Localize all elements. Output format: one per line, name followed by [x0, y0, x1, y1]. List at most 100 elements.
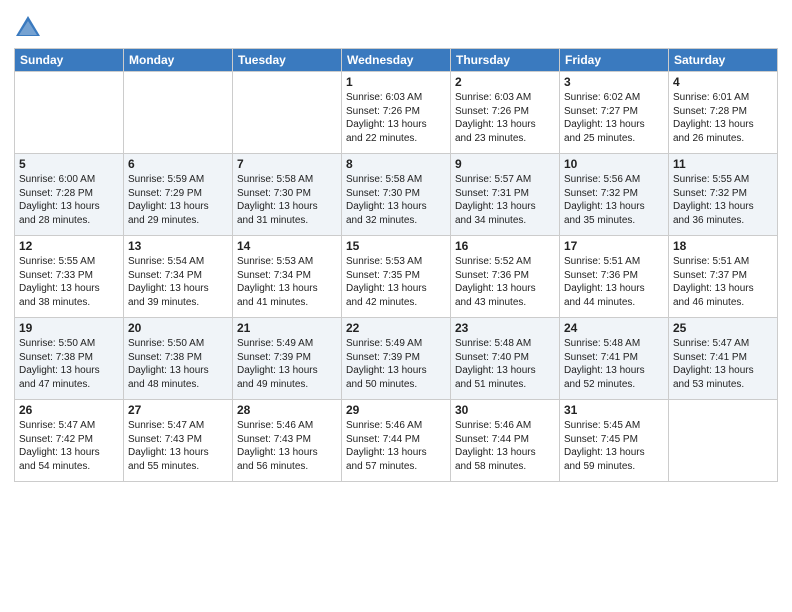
weekday-header-sunday: Sunday [15, 49, 124, 72]
cell-info: Sunrise: 5:58 AM Sunset: 7:30 PM Dayligh… [237, 173, 337, 227]
calendar-table: SundayMondayTuesdayWednesdayThursdayFrid… [14, 48, 778, 482]
day-number: 29 [346, 403, 446, 417]
cell-info: Sunrise: 5:48 AM Sunset: 7:41 PM Dayligh… [564, 337, 664, 391]
cell-info: Sunrise: 5:46 AM Sunset: 7:44 PM Dayligh… [346, 419, 446, 473]
calendar-cell: 12Sunrise: 5:55 AM Sunset: 7:33 PM Dayli… [15, 236, 124, 318]
cell-content: 1 Sunrise: 6:03 AM Sunset: 7:26 PM Daylig… [346, 75, 446, 145]
weekday-header-wednesday: Wednesday [342, 49, 451, 72]
cell-info: Sunrise: 5:48 AM Sunset: 7:40 PM Dayligh… [455, 337, 555, 391]
cell-info: Sunrise: 5:52 AM Sunset: 7:36 PM Dayligh… [455, 255, 555, 309]
logo-icon [14, 14, 42, 42]
day-number: 25 [673, 321, 773, 335]
day-number: 6 [128, 157, 228, 171]
day-number: 8 [346, 157, 446, 171]
week-row-1: 1 Sunrise: 6:03 AM Sunset: 7:26 PM Daylig… [15, 72, 778, 154]
calendar-cell: 19Sunrise: 5:50 AM Sunset: 7:38 PM Dayli… [15, 318, 124, 400]
cell-info: Sunrise: 5:49 AM Sunset: 7:39 PM Dayligh… [237, 337, 337, 391]
day-number: 17 [564, 239, 664, 253]
cell-content: 12Sunrise: 5:55 AM Sunset: 7:33 PM Dayli… [19, 239, 119, 309]
cell-content: 19Sunrise: 5:50 AM Sunset: 7:38 PM Dayli… [19, 321, 119, 391]
cell-info: Sunrise: 5:55 AM Sunset: 7:32 PM Dayligh… [673, 173, 773, 227]
calendar-cell: 9Sunrise: 5:57 AM Sunset: 7:31 PM Daylig… [451, 154, 560, 236]
cell-content: 22Sunrise: 5:49 AM Sunset: 7:39 PM Dayli… [346, 321, 446, 391]
cell-content: 27Sunrise: 5:47 AM Sunset: 7:43 PM Dayli… [128, 403, 228, 473]
cell-info: Sunrise: 5:58 AM Sunset: 7:30 PM Dayligh… [346, 173, 446, 227]
cell-content: 20Sunrise: 5:50 AM Sunset: 7:38 PM Dayli… [128, 321, 228, 391]
cell-content: 4 Sunrise: 6:01 AM Sunset: 7:28 PM Daylig… [673, 75, 773, 145]
weekday-header-saturday: Saturday [669, 49, 778, 72]
cell-info: Sunrise: 5:55 AM Sunset: 7:33 PM Dayligh… [19, 255, 119, 309]
calendar-cell: 8 Sunrise: 5:58 AM Sunset: 7:30 PM Daylig… [342, 154, 451, 236]
calendar-cell: 29 Sunrise: 5:46 AM Sunset: 7:44 PM Dayli… [342, 400, 451, 482]
week-row-3: 12Sunrise: 5:55 AM Sunset: 7:33 PM Dayli… [15, 236, 778, 318]
calendar-cell: 4 Sunrise: 6:01 AM Sunset: 7:28 PM Daylig… [669, 72, 778, 154]
cell-content: 17Sunrise: 5:51 AM Sunset: 7:36 PM Dayli… [564, 239, 664, 309]
cell-info: Sunrise: 5:47 AM Sunset: 7:43 PM Dayligh… [128, 419, 228, 473]
day-number: 21 [237, 321, 337, 335]
calendar-cell: 18Sunrise: 5:51 AM Sunset: 7:37 PM Dayli… [669, 236, 778, 318]
cell-info: Sunrise: 5:53 AM Sunset: 7:34 PM Dayligh… [237, 255, 337, 309]
cell-content: 2Sunrise: 6:03 AM Sunset: 7:26 PM Daylig… [455, 75, 555, 145]
calendar-cell: 22Sunrise: 5:49 AM Sunset: 7:39 PM Dayli… [342, 318, 451, 400]
cell-info: Sunrise: 5:54 AM Sunset: 7:34 PM Dayligh… [128, 255, 228, 309]
cell-content: 23Sunrise: 5:48 AM Sunset: 7:40 PM Dayli… [455, 321, 555, 391]
calendar-cell [15, 72, 124, 154]
cell-info: Sunrise: 5:53 AM Sunset: 7:35 PM Dayligh… [346, 255, 446, 309]
cell-info: Sunrise: 6:01 AM Sunset: 7:28 PM Dayligh… [673, 91, 773, 145]
calendar-cell: 20Sunrise: 5:50 AM Sunset: 7:38 PM Dayli… [124, 318, 233, 400]
day-number: 5 [19, 157, 119, 171]
cell-content: 6 Sunrise: 5:59 AM Sunset: 7:29 PM Daylig… [128, 157, 228, 227]
calendar-cell: 30Sunrise: 5:46 AM Sunset: 7:44 PM Dayli… [451, 400, 560, 482]
cell-content: 3Sunrise: 6:02 AM Sunset: 7:27 PM Daylig… [564, 75, 664, 145]
day-number: 31 [564, 403, 664, 417]
calendar-cell: 14 Sunrise: 5:53 AM Sunset: 7:34 PM Dayli… [233, 236, 342, 318]
cell-info: Sunrise: 5:47 AM Sunset: 7:42 PM Dayligh… [19, 419, 119, 473]
cell-content: 29 Sunrise: 5:46 AM Sunset: 7:44 PM Dayli… [346, 403, 446, 473]
calendar-cell: 7 Sunrise: 5:58 AM Sunset: 7:30 PM Daylig… [233, 154, 342, 236]
calendar-cell [669, 400, 778, 482]
day-number: 7 [237, 157, 337, 171]
cell-content: 24 Sunrise: 5:48 AM Sunset: 7:41 PM Dayli… [564, 321, 664, 391]
calendar-cell: 11Sunrise: 5:55 AM Sunset: 7:32 PM Dayli… [669, 154, 778, 236]
cell-content: 30Sunrise: 5:46 AM Sunset: 7:44 PM Dayli… [455, 403, 555, 473]
cell-info: Sunrise: 5:56 AM Sunset: 7:32 PM Dayligh… [564, 173, 664, 227]
weekday-header-monday: Monday [124, 49, 233, 72]
cell-info: Sunrise: 5:45 AM Sunset: 7:45 PM Dayligh… [564, 419, 664, 473]
calendar-cell: 21 Sunrise: 5:49 AM Sunset: 7:39 PM Dayli… [233, 318, 342, 400]
day-number: 26 [19, 403, 119, 417]
calendar-cell: 16Sunrise: 5:52 AM Sunset: 7:36 PM Dayli… [451, 236, 560, 318]
cell-info: Sunrise: 6:00 AM Sunset: 7:28 PM Dayligh… [19, 173, 119, 227]
cell-info: Sunrise: 5:57 AM Sunset: 7:31 PM Dayligh… [455, 173, 555, 227]
day-number: 18 [673, 239, 773, 253]
day-number: 14 [237, 239, 337, 253]
day-number: 28 [237, 403, 337, 417]
cell-content: 31 Sunrise: 5:45 AM Sunset: 7:45 PM Dayli… [564, 403, 664, 473]
calendar-cell: 25Sunrise: 5:47 AM Sunset: 7:41 PM Dayli… [669, 318, 778, 400]
weekday-header-row: SundayMondayTuesdayWednesdayThursdayFrid… [15, 49, 778, 72]
day-number: 22 [346, 321, 446, 335]
calendar-cell: 2Sunrise: 6:03 AM Sunset: 7:26 PM Daylig… [451, 72, 560, 154]
cell-info: Sunrise: 5:59 AM Sunset: 7:29 PM Dayligh… [128, 173, 228, 227]
day-number: 3 [564, 75, 664, 89]
cell-content: 8 Sunrise: 5:58 AM Sunset: 7:30 PM Daylig… [346, 157, 446, 227]
cell-info: Sunrise: 6:03 AM Sunset: 7:26 PM Dayligh… [346, 91, 446, 145]
week-row-2: 5 Sunrise: 6:00 AM Sunset: 7:28 PM Daylig… [15, 154, 778, 236]
day-number: 10 [564, 157, 664, 171]
day-number: 1 [346, 75, 446, 89]
calendar-cell: 17Sunrise: 5:51 AM Sunset: 7:36 PM Dayli… [560, 236, 669, 318]
cell-content: 26 Sunrise: 5:47 AM Sunset: 7:42 PM Dayli… [19, 403, 119, 473]
day-number: 4 [673, 75, 773, 89]
calendar-page: SundayMondayTuesdayWednesdayThursdayFrid… [0, 0, 792, 612]
cell-content: 28Sunrise: 5:46 AM Sunset: 7:43 PM Dayli… [237, 403, 337, 473]
cell-content: 15Sunrise: 5:53 AM Sunset: 7:35 PM Dayli… [346, 239, 446, 309]
calendar-cell: 10 Sunrise: 5:56 AM Sunset: 7:32 PM Dayli… [560, 154, 669, 236]
calendar-cell: 24 Sunrise: 5:48 AM Sunset: 7:41 PM Dayli… [560, 318, 669, 400]
weekday-header-tuesday: Tuesday [233, 49, 342, 72]
calendar-cell: 26 Sunrise: 5:47 AM Sunset: 7:42 PM Dayli… [15, 400, 124, 482]
week-row-4: 19Sunrise: 5:50 AM Sunset: 7:38 PM Dayli… [15, 318, 778, 400]
logo [14, 14, 46, 42]
cell-content: 5 Sunrise: 6:00 AM Sunset: 7:28 PM Daylig… [19, 157, 119, 227]
cell-content: 13Sunrise: 5:54 AM Sunset: 7:34 PM Dayli… [128, 239, 228, 309]
day-number: 24 [564, 321, 664, 335]
header [14, 10, 778, 42]
